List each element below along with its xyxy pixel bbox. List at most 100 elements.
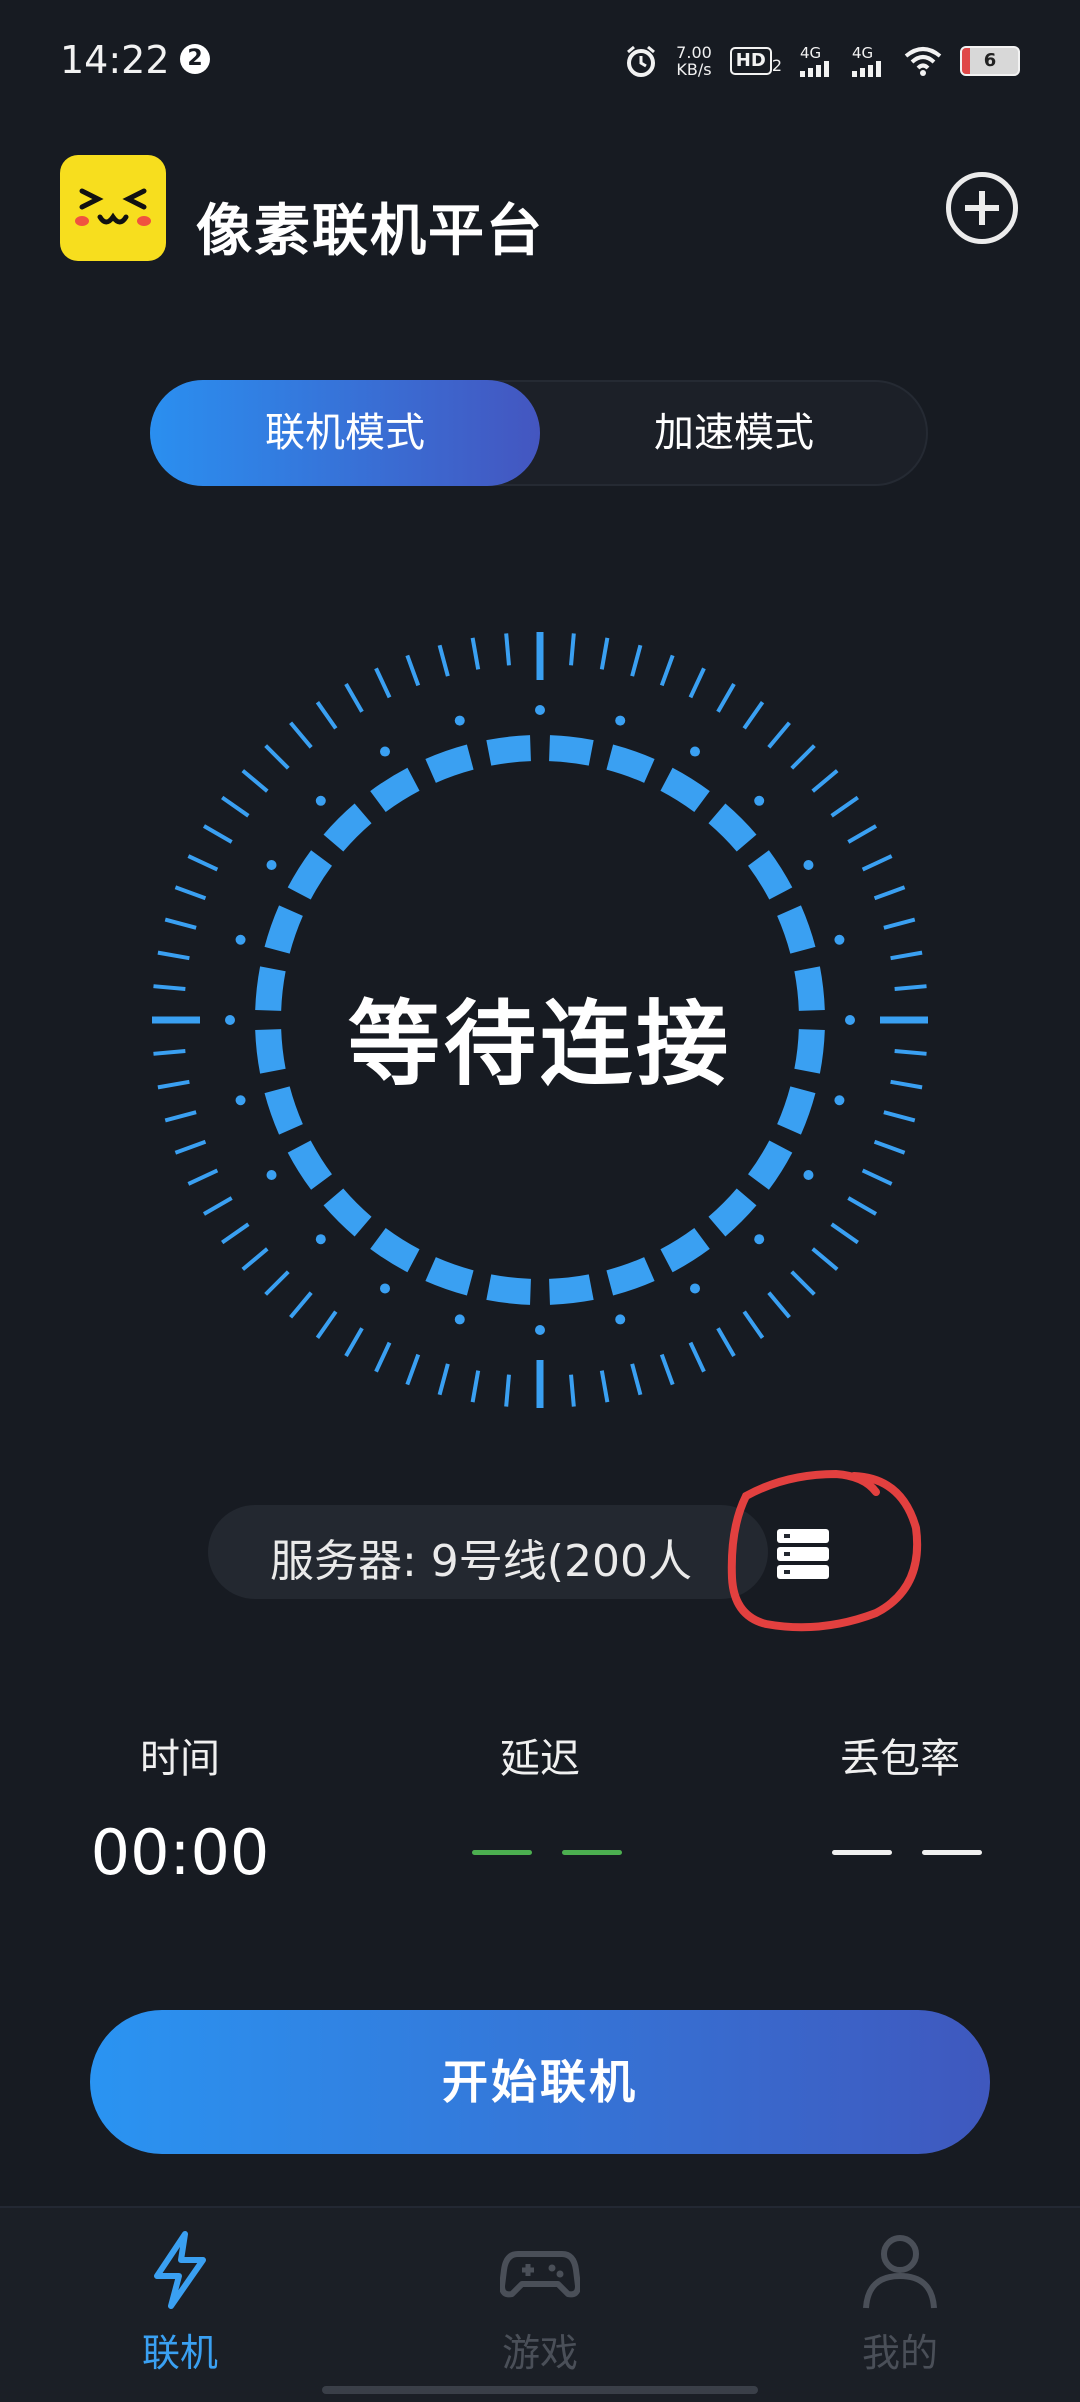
- dial-tick: [374, 1341, 392, 1373]
- dial-dot: [535, 1325, 545, 1335]
- dial-tick: [569, 633, 576, 666]
- dial-segment: [425, 1257, 474, 1296]
- tab-accelerate-mode[interactable]: 加速模式: [540, 380, 928, 486]
- packet-loss-label: 丢包率: [840, 1736, 960, 1782]
- latency-value-placeholder: [472, 1850, 622, 1855]
- home-indicator: [322, 2386, 758, 2394]
- dial-segment: [777, 905, 816, 954]
- dial-tick: [790, 1270, 816, 1296]
- user-icon: [863, 2235, 937, 2309]
- dial-tick: [264, 744, 290, 770]
- net-speed: 7.00 KB/s: [676, 43, 712, 79]
- add-button[interactable]: [946, 172, 1018, 244]
- dial-tick: [202, 1196, 233, 1216]
- battery-icon: 6: [960, 46, 1020, 76]
- dial-dot: [690, 746, 700, 757]
- dial-tick: [437, 644, 450, 677]
- dial-tick: [289, 1291, 313, 1319]
- signal-icon-2: 4G: [852, 45, 886, 77]
- dial-tick: [716, 682, 736, 713]
- dial-tick: [164, 917, 197, 930]
- dial-segment: [287, 1140, 333, 1190]
- dial-segment: [486, 1274, 532, 1305]
- dial-tick: [504, 1374, 511, 1407]
- status-icons: 7.00 KB/s HD 2 4G 4G 6: [624, 36, 1020, 86]
- dial-tick: [847, 824, 878, 844]
- dial-tick: [174, 1139, 207, 1155]
- dial-dot: [315, 1234, 326, 1245]
- nav-item-connect[interactable]: 联机: [60, 2230, 300, 2377]
- dial-tick: [344, 682, 364, 713]
- notification-badge: 2: [180, 44, 210, 74]
- dial-tick: [890, 950, 923, 961]
- dial-tick: [289, 721, 313, 749]
- dial-dot: [803, 1170, 814, 1180]
- dial-segment: [606, 1257, 655, 1296]
- dial-tick: [599, 637, 610, 670]
- dial-tick: [790, 744, 816, 770]
- dial-dot: [754, 1234, 765, 1245]
- dial-tick: [811, 1247, 839, 1271]
- gamepad-icon: [499, 2251, 581, 2298]
- dial-segment: [548, 735, 594, 766]
- dial-tick: [164, 1110, 197, 1123]
- server-label: 服务器: 9号线(200人: [270, 1536, 692, 1587]
- kaomoji-face-icon: [75, 188, 151, 226]
- dial-dot: [803, 860, 814, 870]
- dial-segment: [323, 803, 372, 852]
- dial-tick: [688, 667, 706, 699]
- dial-tick: [202, 824, 233, 844]
- nav-item-games[interactable]: 游戏: [420, 2230, 660, 2377]
- dial-segment: [548, 1274, 594, 1305]
- dial-tick: [241, 769, 269, 793]
- dial-tick: [742, 1310, 765, 1339]
- alarm-icon: [627, 45, 656, 77]
- dial-tick: [767, 721, 791, 749]
- dial-segment: [708, 1188, 757, 1237]
- dial-tick: [861, 1168, 893, 1186]
- dial-segment: [264, 905, 303, 954]
- time-label: 时间: [140, 1736, 220, 1782]
- dial-tick: [187, 854, 219, 872]
- dial-dot: [380, 746, 390, 757]
- connection-status: 等待连接: [347, 991, 732, 1098]
- dial-tick: [344, 1327, 364, 1358]
- dial-tick: [264, 1270, 290, 1296]
- dial-dot: [690, 1283, 700, 1294]
- dial-tick: [599, 1370, 610, 1403]
- dial-tick: [221, 795, 250, 818]
- highlight-circle: [727, 1469, 922, 1632]
- dial-segment: [660, 767, 710, 813]
- dial-tick: [659, 1353, 675, 1386]
- dial-tick: [470, 1370, 481, 1403]
- dial-dot: [454, 715, 465, 726]
- dial-tick: [861, 854, 893, 872]
- wifi-icon: [904, 47, 942, 76]
- dial-dot: [454, 1314, 465, 1325]
- dial-segment: [370, 1227, 420, 1273]
- tab-online-mode[interactable]: 联机模式: [150, 380, 540, 486]
- dial-tick: [405, 1353, 421, 1386]
- nav-item-me[interactable]: 我的: [780, 2230, 1020, 2377]
- dial-tick: [873, 1139, 906, 1155]
- dial-tick: [767, 1291, 791, 1319]
- dial-dot: [754, 795, 765, 806]
- dial-tick: [811, 769, 839, 793]
- dial-segment: [425, 744, 474, 783]
- dial-tick: [374, 667, 392, 699]
- dial-segment: [323, 1188, 372, 1237]
- dial-segment: [486, 735, 532, 766]
- dial-tick: [174, 885, 207, 901]
- app-title: 像素联机平台: [196, 199, 544, 264]
- dial-segment: [370, 767, 420, 813]
- dial-tick: [742, 701, 765, 730]
- dial-dot: [266, 1170, 277, 1180]
- packet-loss-value-placeholder: [832, 1850, 982, 1855]
- start-connect-button[interactable]: 开始联机: [90, 2010, 990, 2154]
- dial-tick: [847, 1196, 878, 1216]
- dial-tick: [187, 1168, 219, 1186]
- lightning-icon: [154, 2231, 206, 2309]
- status-time: 14:22: [60, 38, 170, 82]
- dial-tick: [883, 917, 916, 930]
- dial-tick: [470, 637, 481, 670]
